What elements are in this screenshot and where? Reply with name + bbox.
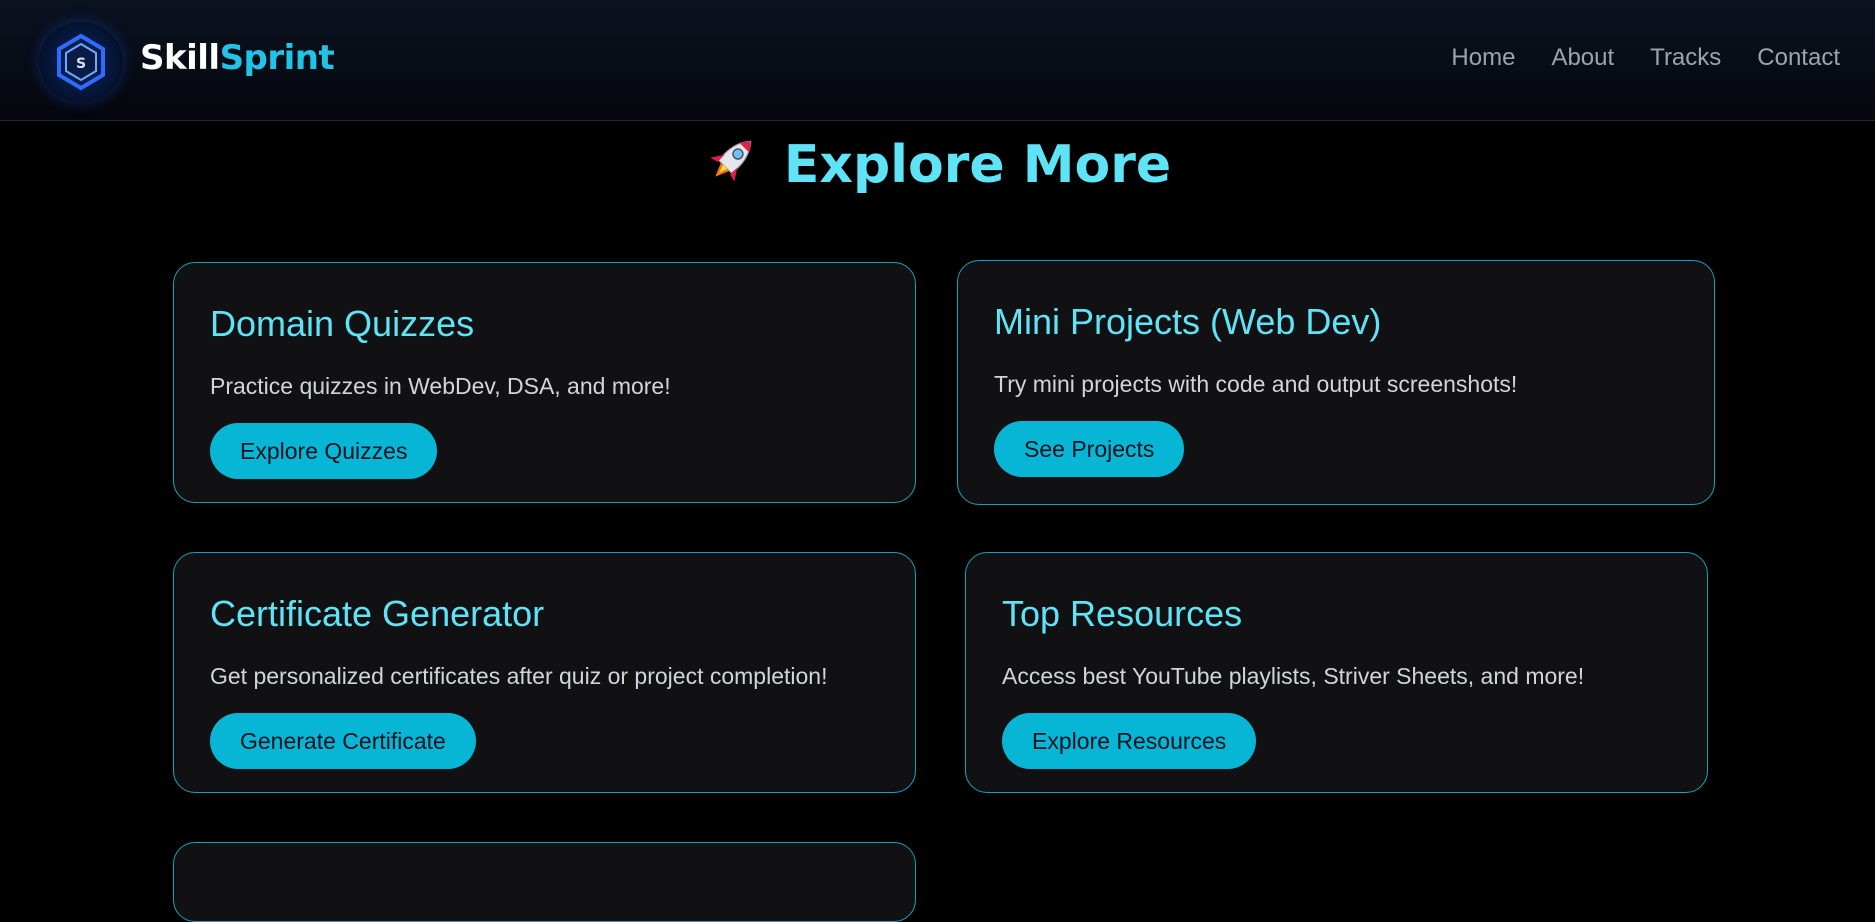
logo-icon[interactable]: S bbox=[39, 22, 123, 102]
explore-resources-button[interactable]: Explore Resources bbox=[1002, 713, 1257, 769]
nav-contact-link[interactable]: Contact bbox=[1757, 44, 1840, 72]
page-title: Explore More bbox=[0, 130, 1875, 201]
logo-letter: S bbox=[76, 56, 86, 72]
generate-certificate-button[interactable]: Generate Certificate bbox=[210, 713, 476, 769]
nav-about-link[interactable]: About bbox=[1551, 44, 1614, 72]
brand-name-part1: Skill bbox=[140, 38, 220, 78]
brand-name-part2: Sprint bbox=[219, 38, 335, 78]
nav-tracks-link[interactable]: Tracks bbox=[1650, 44, 1721, 72]
card-mini-projects: Mini Projects (Web Dev) Try mini project… bbox=[957, 260, 1715, 505]
card-title: Top Resources bbox=[1002, 593, 1243, 634]
brand-name[interactable]: SkillSprint bbox=[140, 38, 335, 78]
card-certificate-generator: Certificate Generator Get personalized c… bbox=[173, 552, 916, 793]
card-top-resources: Top Resources Access best YouTube playli… bbox=[965, 552, 1708, 793]
card-description: Practice quizzes in WebDev, DSA, and mor… bbox=[210, 373, 671, 399]
page-title-text: Explore More bbox=[783, 135, 1172, 195]
card-title: Mini Projects (Web Dev) bbox=[994, 301, 1382, 342]
main-nav: Home About Tracks Contact bbox=[1451, 44, 1840, 72]
see-projects-button[interactable]: See Projects bbox=[994, 421, 1185, 477]
card-title: Certificate Generator bbox=[210, 593, 545, 634]
card-description: Access best YouTube playlists, Striver S… bbox=[1002, 663, 1585, 689]
card-description: Try mini projects with code and output s… bbox=[994, 371, 1518, 397]
card-domain-quizzes: Domain Quizzes Practice quizzes in WebDe… bbox=[173, 262, 916, 503]
top-navbar: S SkillSprint Home About Tracks Contact bbox=[0, 0, 1875, 121]
card-description: Get personalized certificates after quiz… bbox=[210, 663, 828, 689]
card-title: Domain Quizzes bbox=[210, 303, 475, 344]
card-partial-next bbox=[173, 842, 916, 922]
explore-quizzes-button[interactable]: Explore Quizzes bbox=[210, 423, 438, 479]
rocket-icon bbox=[704, 130, 762, 201]
nav-home-link[interactable]: Home bbox=[1451, 44, 1515, 72]
